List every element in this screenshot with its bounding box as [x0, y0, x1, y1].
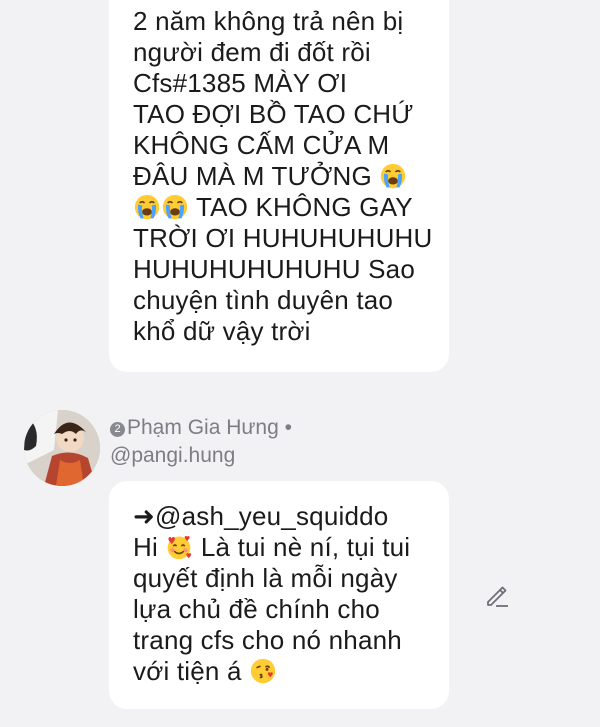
author-name-row[interactable]: 2 Phạm Gia Hưng •: [110, 414, 292, 442]
fan-badge-icon: 2: [110, 422, 125, 437]
arrow-icon: ➜: [133, 501, 155, 531]
reply-comment-bubble: ➜@ash_yeu_squiddo Hi Là tui nè ní, tụi t…: [109, 481, 449, 709]
comment-line-text: ĐÂU MÀ M TƯỞNG: [133, 161, 372, 191]
smiling-face-with-hearts-icon: [166, 534, 192, 560]
comment-line-text: Hi: [133, 532, 158, 562]
comment-line: Cfs#1385 MÀY ƠI: [133, 68, 348, 98]
edit-button[interactable]: [483, 581, 511, 609]
previous-comment-bubble: 2 năm không trả nên bị người đem đi đốt …: [109, 0, 449, 372]
comment-line: người đem đi đốt rồi: [133, 37, 371, 67]
mention-link[interactable]: @ash_yeu_squiddo: [155, 501, 388, 531]
author-name[interactable]: Phạm Gia Hưng: [127, 416, 279, 439]
comment-line: Hi Là tui nè ní, tụi tui: [133, 532, 410, 563]
loudly-crying-face-icon: [134, 194, 160, 220]
comment-line: TAO KHÔNG GAY: [133, 192, 433, 223]
comment-line: 2 năm không trả nên bị: [133, 6, 404, 36]
avatar-image: [24, 410, 100, 486]
previous-comment-text: 2 năm không trả nên bị người đem đi đốt …: [133, 6, 433, 347]
pencil-edit-icon: [487, 586, 508, 607]
comment-line: TRỜI ƠI HUHUHUHUHU: [133, 223, 433, 253]
reply-comment-text: ➜@ash_yeu_squiddo Hi Là tui nè ní, tụi t…: [133, 501, 410, 687]
comment-line: TAO ĐỢI BỒ TAO CHỨ: [133, 99, 414, 129]
avatar[interactable]: [24, 410, 100, 486]
comment-line: quyết định là mỗi ngày: [133, 563, 398, 593]
comment-line: trang cfs cho nó nhanh: [133, 625, 402, 655]
mention-line: ➜@ash_yeu_squiddo: [133, 501, 410, 532]
comment-line: HUHUHUHUHUHU Sao: [133, 254, 416, 284]
comment-line-text: TAO KHÔNG GAY: [195, 192, 413, 222]
author-handle[interactable]: @pangi.hung: [110, 442, 292, 470]
comment-line: ĐÂU MÀ M TƯỞNG: [133, 161, 433, 192]
face-blowing-kiss-icon: [250, 658, 276, 684]
comment-line-text: với tiện á: [133, 656, 242, 686]
loudly-crying-face-icon: [162, 194, 188, 220]
comment-line-text: Là tui nè ní, tụi tui: [200, 532, 411, 562]
loudly-crying-face-icon: [380, 163, 406, 189]
reply-author-info: 2 Phạm Gia Hưng • @pangi.hung: [110, 414, 292, 470]
comment-line: KHÔNG CẤM CỬA M: [133, 130, 390, 160]
comment-line: lựa chủ đề chính cho: [133, 594, 380, 624]
comment-line: khổ dữ vậy trời: [133, 316, 311, 346]
separator-dot: •: [284, 416, 292, 439]
comment-line: với tiện á: [133, 656, 410, 687]
comment-line: chuyện tình duyên tao: [133, 285, 394, 315]
